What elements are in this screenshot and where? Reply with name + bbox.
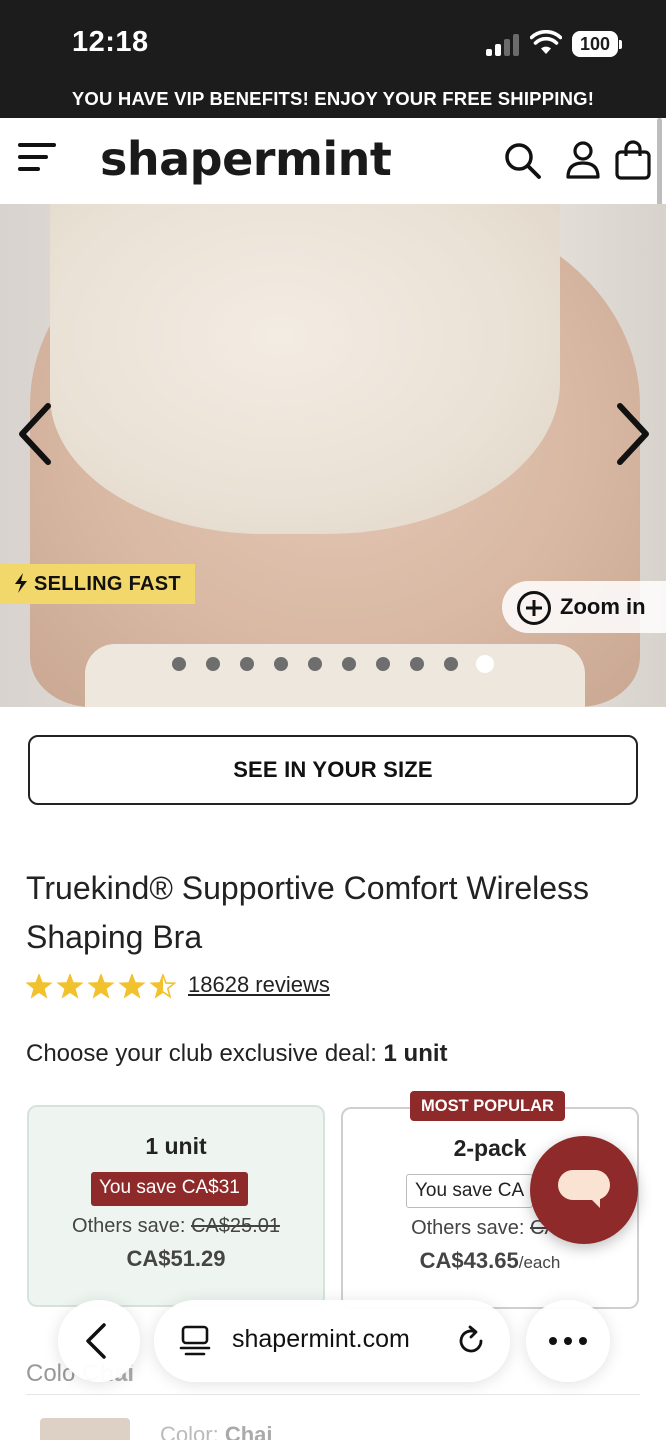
carousel-dot[interactable] (206, 657, 220, 671)
brand-logo[interactable]: shapermint (100, 132, 392, 186)
deal-label: Choose your club exclusive deal: 1 unit (26, 1040, 448, 1068)
page-menu-icon[interactable] (178, 1324, 212, 1358)
star-rating (26, 974, 176, 999)
selling-fast-label: SELLING FAST (34, 573, 181, 595)
carousel-dot[interactable] (376, 657, 390, 671)
divider (26, 1394, 640, 1395)
battery-icon: 100 (572, 31, 622, 57)
browser-domain: shapermint.com (232, 1325, 410, 1353)
promo-banner: YOU HAVE VIP BENEFITS! ENJOY YOUR FREE S… (0, 84, 666, 118)
bolt-icon (14, 564, 28, 604)
star-icon (56, 974, 84, 999)
zoom-in-label: Zoom in (560, 594, 646, 619)
carousel-dot[interactable] (444, 657, 458, 671)
save-badge: You save CA (406, 1174, 534, 1208)
chat-icon-tail (588, 1196, 600, 1208)
carousel-dot[interactable] (342, 657, 356, 671)
star-icon (26, 974, 53, 999)
reload-icon[interactable] (454, 1324, 488, 1358)
color-swatch-thumbnail[interactable] (40, 1418, 130, 1440)
star-icon (118, 974, 146, 999)
product-title: Truekind® Supportive Comfort Wireless Sh… (26, 870, 590, 955)
star-icon (149, 974, 176, 999)
deal-price: CA$43.65/each (419, 1248, 561, 1273)
zoom-in-button[interactable]: Zoom in (502, 581, 666, 633)
chat-icon (558, 1170, 610, 1200)
deal-label-text: Choose your club exclusive deal: (26, 1040, 377, 1067)
product-photo-bra (50, 204, 560, 534)
carousel-dot[interactable] (476, 655, 494, 673)
chevron-right-icon[interactable] (608, 402, 658, 466)
status-bar: 12:18 100 (0, 0, 666, 84)
plus-circle-icon (517, 591, 551, 625)
deal-price: CA$51.29 (126, 1246, 226, 1271)
star-icon (87, 974, 115, 999)
site-header: shapermint (0, 118, 666, 204)
deal-title: 1 unit (145, 1133, 207, 1159)
chevron-left-icon[interactable] (10, 402, 60, 466)
carousel-dot[interactable] (410, 657, 424, 671)
search-icon[interactable] (502, 140, 542, 180)
browser-address-bar[interactable]: shapermint.com (154, 1300, 510, 1382)
bag-icon[interactable] (613, 140, 653, 180)
menu-icon[interactable] (18, 140, 58, 174)
cellular-signal-icon (486, 34, 522, 56)
chat-button[interactable] (530, 1136, 638, 1244)
account-icon[interactable] (563, 140, 603, 180)
selling-fast-badge: SELLING FAST (0, 564, 195, 604)
color-option-label: Color: Chai (160, 1422, 273, 1440)
carousel-dot[interactable] (240, 657, 254, 671)
browser-back-button[interactable] (58, 1300, 140, 1382)
browser-more-button[interactable] (526, 1300, 610, 1382)
wifi-icon (530, 30, 562, 54)
carousel-dot[interactable] (172, 657, 186, 671)
most-popular-tag: MOST POPULAR (410, 1091, 565, 1121)
carousel-dot[interactable] (308, 657, 322, 671)
chevron-left-icon (86, 1323, 106, 1359)
carousel-dot[interactable] (274, 657, 288, 671)
deal-option-1-unit[interactable]: 1 unit You save CA$31 Others save: CA$25… (27, 1105, 325, 1307)
page-scrollbar[interactable] (657, 118, 662, 206)
deal-selected: 1 unit (383, 1040, 448, 1067)
reviews-link[interactable]: 18628 reviews (188, 972, 330, 998)
save-badge: You save CA$31 (91, 1172, 248, 1206)
product-photo-band (85, 644, 585, 707)
clock: 12:18 (72, 26, 149, 58)
see-in-your-size-button[interactable]: SEE IN YOUR SIZE (28, 735, 638, 805)
more-icon (549, 1337, 587, 1345)
others-save: Others save: CA$25.01 (72, 1215, 280, 1237)
